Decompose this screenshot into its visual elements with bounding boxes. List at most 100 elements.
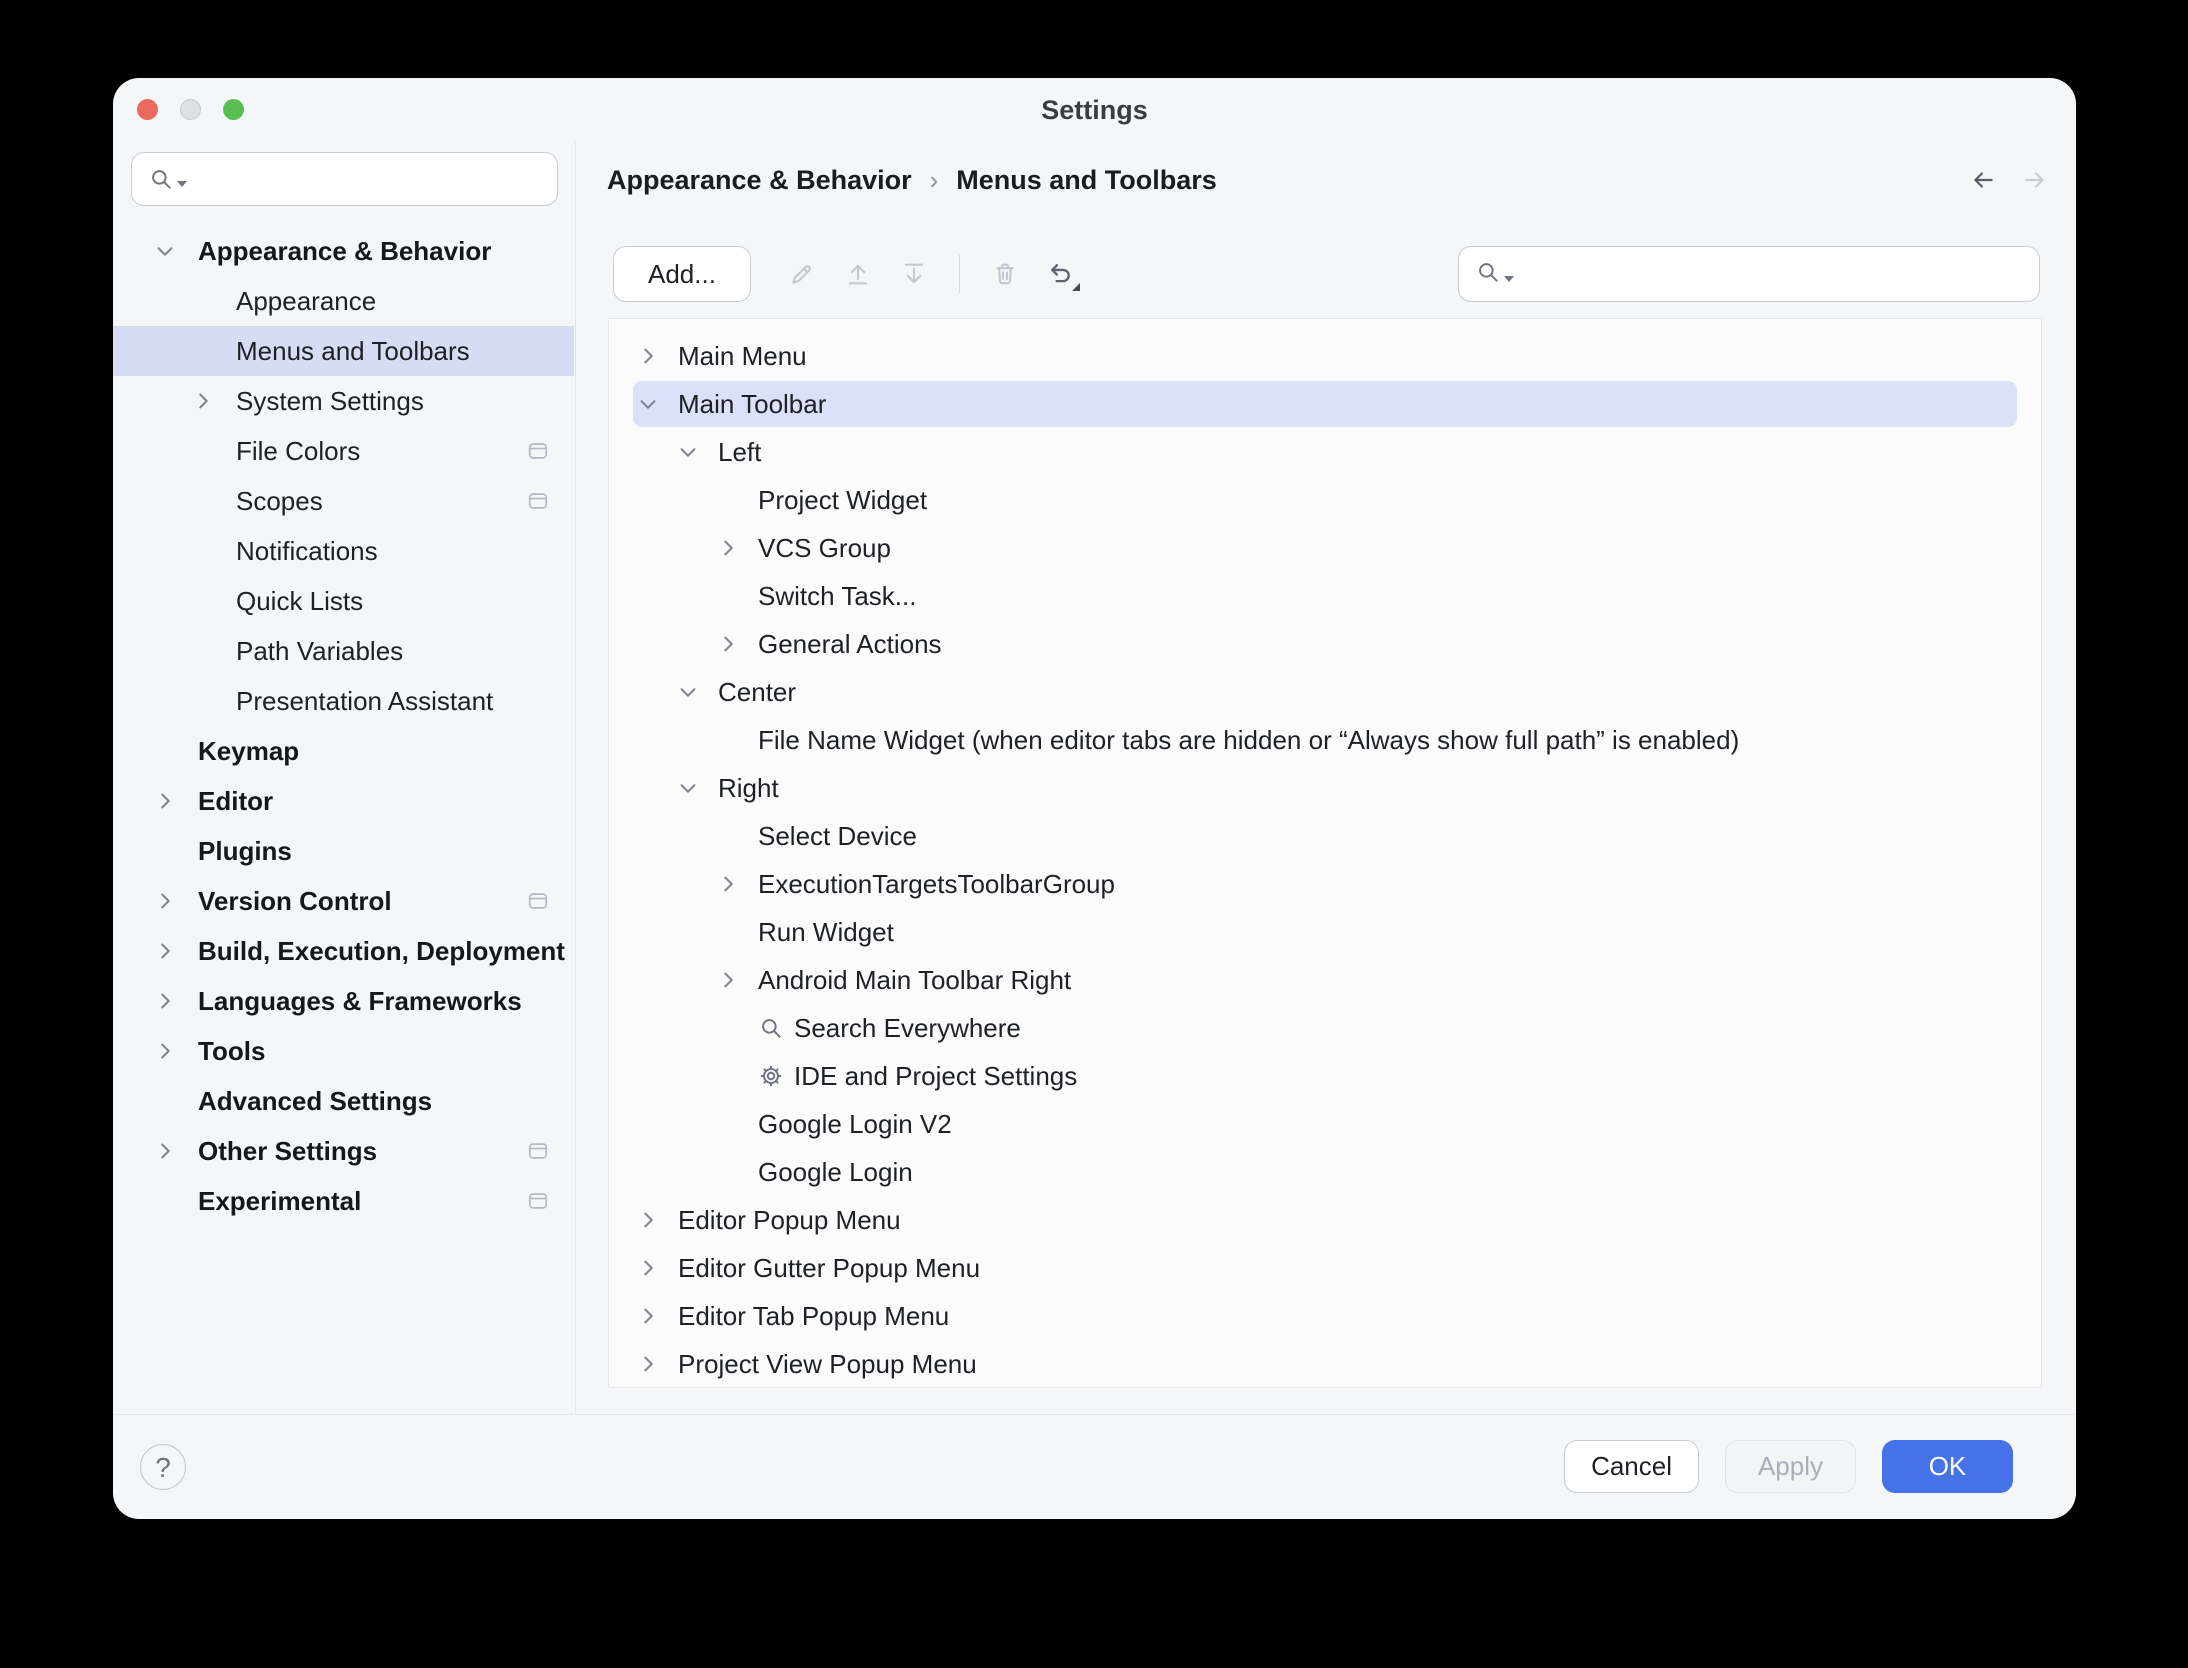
chevron-right-icon[interactable]: [637, 345, 659, 367]
sidebar-item-languages-frameworks[interactable]: Languages & Frameworks: [113, 976, 574, 1026]
sidebar-item-version-control[interactable]: Version Control: [113, 876, 574, 926]
tree-row-file-name-widget-when-editor-tabs-are-hi[interactable]: File Name Widget (when editor tabs are h…: [609, 716, 2041, 764]
sidebar-item-other-settings[interactable]: Other Settings: [113, 1126, 574, 1176]
chevron-right-icon[interactable]: [717, 873, 739, 895]
edit-pencil-icon[interactable]: [787, 259, 817, 289]
sidebar-item-label: Notifications: [236, 536, 378, 567]
chevron-down-icon[interactable]: [154, 240, 176, 262]
chevron-right-icon[interactable]: [637, 1353, 659, 1375]
search-options-caret-icon[interactable]: [177, 181, 187, 187]
tree-row-editor-gutter-popup-menu[interactable]: Editor Gutter Popup Menu: [609, 1244, 2041, 1292]
sidebar-item-appearance[interactable]: Appearance: [113, 276, 574, 326]
chevron-right-icon[interactable]: [637, 1257, 659, 1279]
chevron-spacer: [192, 690, 214, 712]
chevron-right-icon[interactable]: [154, 1040, 176, 1062]
tree-row-label: Editor Tab Popup Menu: [678, 1301, 949, 1332]
tree-row-editor-tab-popup-menu[interactable]: Editor Tab Popup Menu: [609, 1292, 2041, 1340]
tree-search-field[interactable]: [1458, 246, 2040, 302]
tree-row-center[interactable]: Center: [609, 668, 2041, 716]
tree-row-left[interactable]: Left: [609, 428, 2041, 476]
tree-row-executiontargetstoolbargroup[interactable]: ExecutionTargetsToolbarGroup: [609, 860, 2041, 908]
sidebar-item-tools[interactable]: Tools: [113, 1026, 574, 1076]
back-arrow-icon[interactable]: [1970, 167, 1996, 193]
tree-row-vcs-group[interactable]: VCS Group: [609, 524, 2041, 572]
sidebar-item-build-execution-deployment[interactable]: Build, Execution, Deployment: [113, 926, 574, 976]
apply-button[interactable]: Apply: [1725, 1440, 1856, 1493]
forward-arrow-icon[interactable]: [2022, 167, 2048, 193]
sidebar-item-label: File Colors: [236, 436, 360, 467]
tree-row-main-menu[interactable]: Main Menu: [609, 332, 2041, 380]
tree-row-right[interactable]: Right: [609, 764, 2041, 812]
chevron-down-icon[interactable]: [637, 393, 659, 415]
tree-row-google-login-v2[interactable]: Google Login V2: [609, 1100, 2041, 1148]
tree-row-project-view-popup-menu[interactable]: Project View Popup Menu: [609, 1340, 2041, 1388]
sidebar-item-label: System Settings: [236, 386, 424, 417]
chevron-right-icon[interactable]: [154, 1140, 176, 1162]
sidebar-item-system-settings[interactable]: System Settings: [113, 376, 574, 426]
tree-search-input[interactable]: [1524, 259, 2023, 290]
tree-row-editor-popup-menu[interactable]: Editor Popup Menu: [609, 1196, 2041, 1244]
tree-row-switch-task[interactable]: Switch Task...: [609, 572, 2041, 620]
tree-row-label: Run Widget: [758, 917, 894, 948]
tree-row-label: Right: [718, 773, 779, 804]
tree-row-google-login[interactable]: Google Login: [609, 1148, 2041, 1196]
chevron-right-icon[interactable]: [637, 1305, 659, 1327]
tree-row-search-everywhere[interactable]: Search Everywhere: [609, 1004, 2041, 1052]
tree-row-select-device[interactable]: Select Device: [609, 812, 2041, 860]
sidebar-item-menus-and-toolbars[interactable]: Menus and Toolbars: [113, 326, 574, 376]
sidebar-item-plugins[interactable]: Plugins: [113, 826, 574, 876]
tree-row-general-actions[interactable]: General Actions: [609, 620, 2041, 668]
tree-row-label: General Actions: [758, 629, 942, 660]
sidebar-item-advanced-settings[interactable]: Advanced Settings: [113, 1076, 574, 1126]
chevron-spacer: [154, 1090, 176, 1112]
revert-undo-icon[interactable]: [1046, 259, 1076, 289]
move-down-icon[interactable]: [899, 259, 929, 289]
chevron-spacer: [192, 340, 214, 362]
chevron-spacer: [717, 1017, 739, 1039]
sidebar-item-appearance-behavior[interactable]: Appearance & Behavior: [113, 226, 574, 276]
tree-row-ide-and-project-settings[interactable]: IDE and Project Settings: [609, 1052, 2041, 1100]
sidebar-item-keymap[interactable]: Keymap: [113, 726, 574, 776]
move-up-icon[interactable]: [843, 259, 873, 289]
chevron-right-icon[interactable]: [154, 890, 176, 912]
chevron-right-icon[interactable]: [192, 390, 214, 412]
sidebar-item-file-colors[interactable]: File Colors: [113, 426, 574, 476]
chevron-right-icon[interactable]: [717, 537, 739, 559]
delete-trash-icon[interactable]: [990, 259, 1020, 289]
chevron-down-icon[interactable]: [677, 681, 699, 703]
cancel-button[interactable]: Cancel: [1564, 1440, 1699, 1493]
chevron-right-icon[interactable]: [637, 1209, 659, 1231]
tree-row-label: Editor Gutter Popup Menu: [678, 1253, 980, 1284]
sidebar-item-scopes[interactable]: Scopes: [113, 476, 574, 526]
breadcrumb-root[interactable]: Appearance & Behavior: [607, 165, 912, 196]
chevron-right-icon[interactable]: [154, 790, 176, 812]
chevron-right-icon[interactable]: [154, 990, 176, 1012]
chevron-spacer: [717, 825, 739, 847]
sidebar-item-experimental[interactable]: Experimental: [113, 1176, 574, 1226]
chevron-right-icon[interactable]: [154, 940, 176, 962]
sidebar-item-notifications[interactable]: Notifications: [113, 526, 574, 576]
tree-row-run-widget[interactable]: Run Widget: [609, 908, 2041, 956]
sidebar-item-label: Editor: [198, 786, 273, 817]
tree-row-label: Left: [718, 437, 761, 468]
tree-row-project-widget[interactable]: Project Widget: [609, 476, 2041, 524]
ok-button[interactable]: OK: [1882, 1440, 2013, 1493]
help-button[interactable]: ?: [140, 1444, 186, 1490]
sidebar-search-input[interactable]: [197, 164, 541, 195]
tree-row-android-main-toolbar-right[interactable]: Android Main Toolbar Right: [609, 956, 2041, 1004]
tree-row-main-toolbar[interactable]: Main Toolbar: [609, 380, 2041, 428]
add-button[interactable]: Add...: [613, 246, 751, 302]
footer-buttons: Cancel Apply OK: [1564, 1440, 2013, 1493]
search-options-caret-icon[interactable]: [1504, 276, 1514, 282]
sidebar-item-presentation-assistant[interactable]: Presentation Assistant: [113, 676, 574, 726]
chevron-down-icon[interactable]: [677, 441, 699, 463]
chevron-right-icon[interactable]: [717, 969, 739, 991]
chevron-right-icon[interactable]: [717, 633, 739, 655]
sidebar-item-quick-lists[interactable]: Quick Lists: [113, 576, 574, 626]
sidebar-item-path-variables[interactable]: Path Variables: [113, 626, 574, 676]
chevron-down-icon[interactable]: [677, 777, 699, 799]
window-title: Settings: [113, 78, 2076, 142]
tree-row-label: Main Toolbar: [678, 389, 826, 420]
sidebar-item-editor[interactable]: Editor: [113, 776, 574, 826]
sidebar-search-field[interactable]: [131, 152, 558, 206]
